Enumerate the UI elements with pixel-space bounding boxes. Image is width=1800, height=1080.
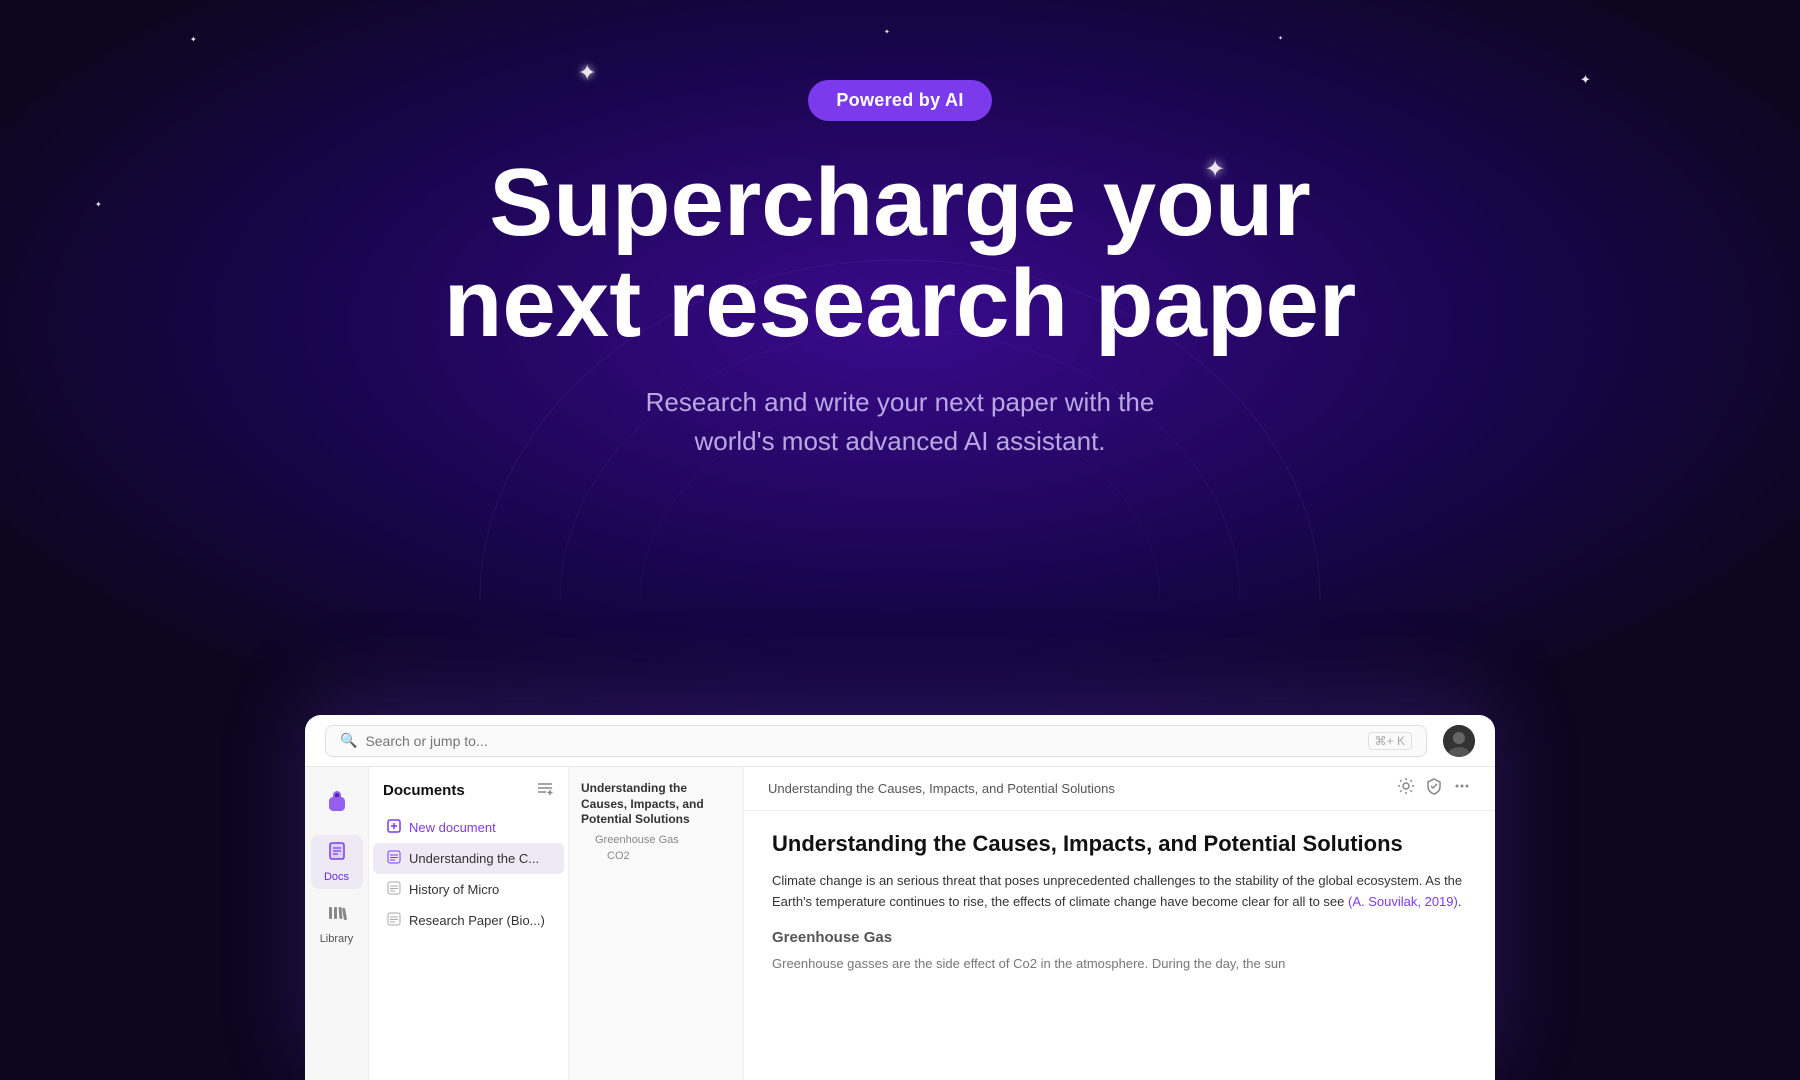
outline-item-greenhouse[interactable]: Greenhouse Gas <box>581 834 731 846</box>
doc-list-header: Documents <box>369 779 568 812</box>
avatar[interactable] <box>1443 725 1475 757</box>
doc-list-action-icon[interactable] <box>536 779 554 802</box>
doc-item-research-label: Research Paper (Bio...) <box>409 913 545 928</box>
search-shortcut: ⌘+ K <box>1368 732 1412 750</box>
library-label: Library <box>320 933 354 945</box>
outline-item-co2[interactable]: CO2 <box>581 850 731 862</box>
outline-item-main[interactable]: Understanding the Causes, Impacts, and P… <box>581 781 731 828</box>
doc-item-history-label: History of Micro <box>409 882 499 897</box>
doc-item-history[interactable]: History of Micro <box>373 874 564 905</box>
doc-list-title: Documents <box>383 782 465 799</box>
doc-item-understanding-label: Understanding the C... <box>409 851 539 866</box>
doc-item-new-label: New document <box>409 820 496 835</box>
app-body: Docs Library Documents <box>305 767 1495 1080</box>
doc-list: Documents <box>369 767 569 1080</box>
citation: (A. Souvilak, 2019) <box>1348 894 1458 909</box>
search-input[interactable] <box>365 733 1359 749</box>
doc-title: Understanding the Causes, Impacts, and P… <box>772 831 1467 857</box>
search-icon: 🔍 <box>340 732 357 749</box>
doc-item-research[interactable]: Research Paper (Bio...) <box>373 905 564 936</box>
hero-subtitle: Research and write your next paper with … <box>646 383 1155 461</box>
app-topbar: 🔍 ⌘+ K <box>305 715 1495 767</box>
shield-icon[interactable] <box>1425 777 1443 800</box>
breadcrumb: Understanding the Causes, Impacts, and P… <box>768 781 1115 796</box>
avatar-image <box>1443 725 1475 757</box>
breadcrumb-bar: Understanding the Causes, Impacts, and P… <box>744 767 1495 811</box>
main-content: Understanding the Causes, Impacts, and P… <box>744 767 1495 1080</box>
new-doc-icon <box>387 819 401 836</box>
search-bar[interactable]: 🔍 ⌘+ K <box>325 725 1427 757</box>
library-icon <box>327 903 347 929</box>
more-icon[interactable] <box>1453 777 1471 800</box>
section-greenhouse-text: Greenhouse gasses are the side effect of… <box>772 954 1467 975</box>
docs-label: Docs <box>324 871 349 883</box>
breadcrumb-actions <box>1397 777 1471 800</box>
section-heading-greenhouse: Greenhouse Gas <box>772 929 1467 946</box>
doc-item-new[interactable]: New document <box>373 812 564 843</box>
sidebar-item-library[interactable]: Library <box>311 897 363 951</box>
logo-icon[interactable] <box>311 783 363 819</box>
ai-badge: Powered by AI <box>808 80 991 121</box>
sidebar-item-docs[interactable]: Docs <box>311 835 363 889</box>
hero-section: Powered by AI Supercharge your next rese… <box>0 0 1800 511</box>
doc-body-paragraph: Climate change is an serious threat that… <box>772 871 1467 913</box>
doc-icon-1 <box>387 850 401 867</box>
settings-icon[interactable] <box>1397 777 1415 800</box>
outline-panel: Understanding the Causes, Impacts, and P… <box>569 767 744 1080</box>
content-area: Understanding the Causes, Impacts, and P… <box>744 811 1495 995</box>
docs-icon <box>327 841 347 867</box>
doc-item-understanding[interactable]: Understanding the C... <box>373 843 564 874</box>
doc-icon-3 <box>387 912 401 929</box>
sidebar-icons: Docs Library <box>305 767 369 1080</box>
app-window: 🔍 ⌘+ K <box>305 715 1495 1080</box>
hero-title: Supercharge your next research paper <box>444 153 1356 355</box>
doc-icon-2 <box>387 881 401 898</box>
